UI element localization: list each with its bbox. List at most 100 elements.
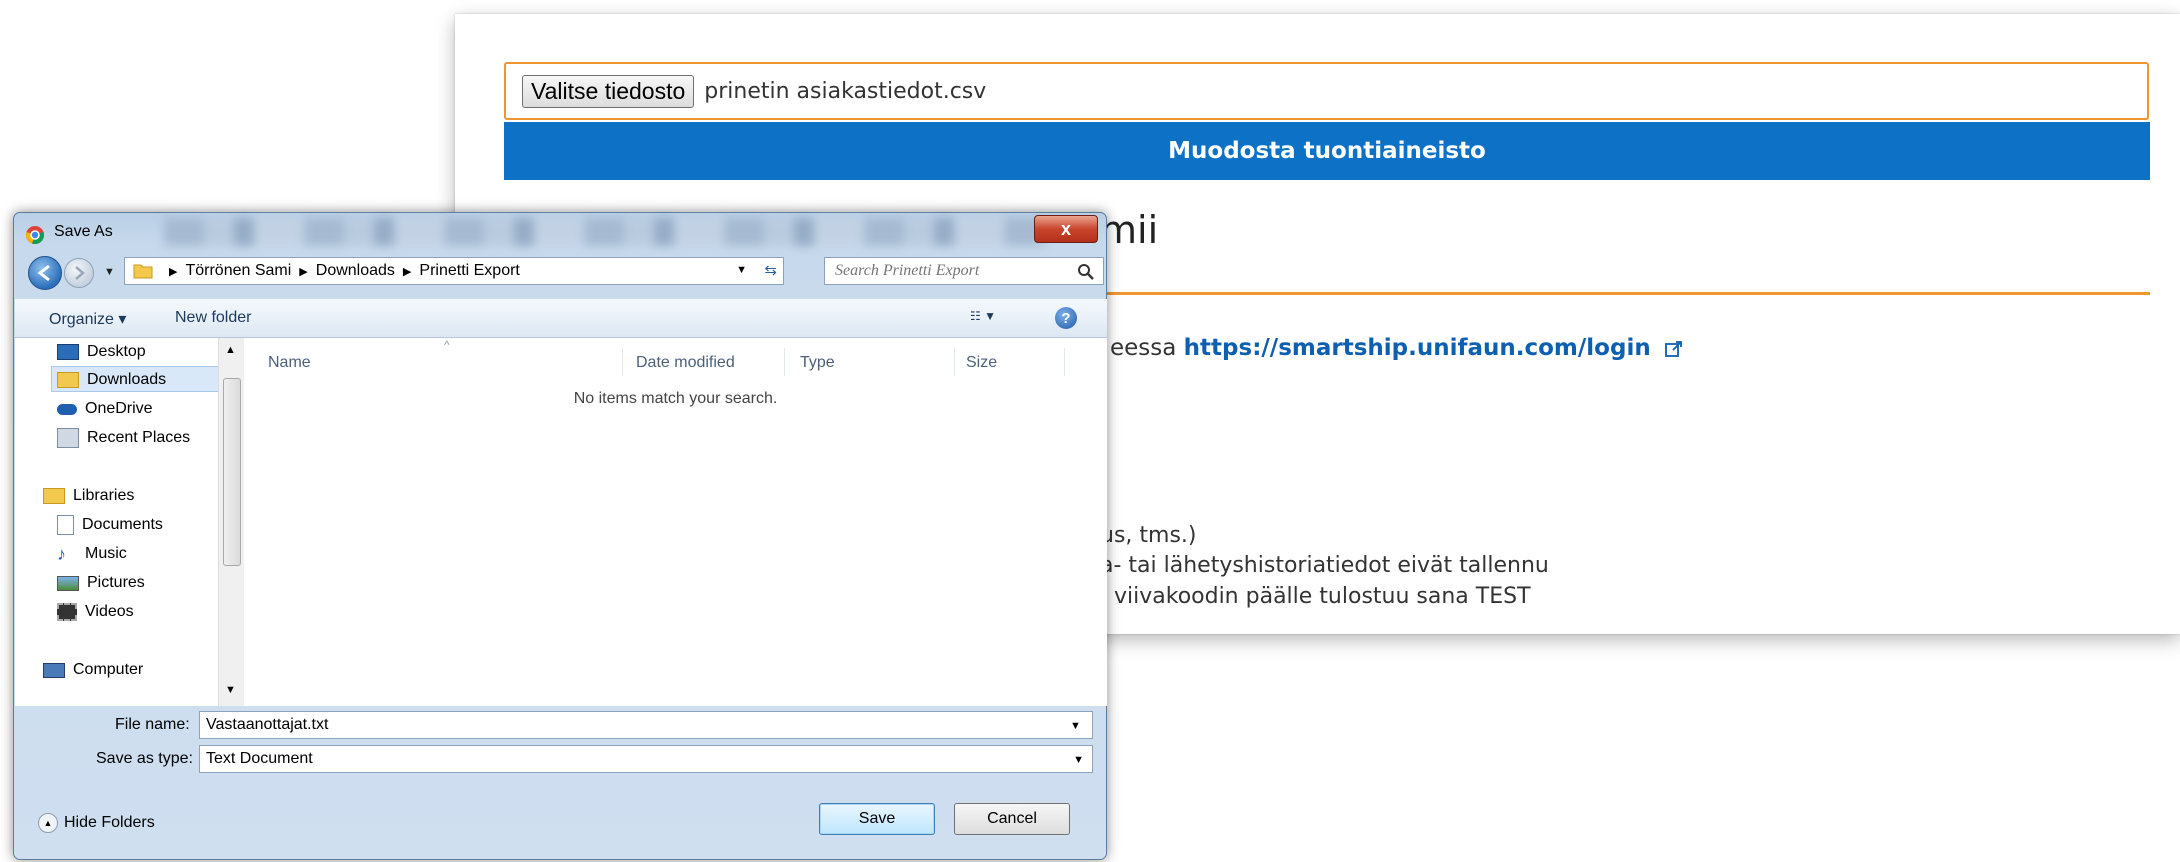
nav-item-label: Downloads <box>87 371 167 388</box>
nav-item-onedrive[interactable]: OneDrive <box>57 397 153 421</box>
hide-folders-label: Hide Folders <box>64 814 155 831</box>
column-separator <box>784 348 785 376</box>
forward-arrow-icon <box>75 266 85 280</box>
help-icon[interactable]: ? <box>1055 307 1077 329</box>
nav-item-label: Computer <box>73 661 144 678</box>
chevron-up-icon: ▲ <box>38 813 58 833</box>
nav-item-label: OneDrive <box>85 400 153 417</box>
navigation-pane: Desktop Downloads OneDrive Recent Places… <box>15 338 228 706</box>
address-history-chevron-icon[interactable]: ▼ <box>736 264 747 276</box>
login-link-line: eessa https://smartship.unifaun.com/logi… <box>1110 335 1684 361</box>
breadcrumb-prinetti-export[interactable]: Prinetti Export <box>419 262 519 280</box>
smartship-login-link[interactable]: https://smartship.unifaun.com/login <box>1184 335 1651 361</box>
close-button[interactable]: x <box>1034 215 1098 243</box>
desktop-icon <box>57 344 79 360</box>
nav-item-label: Documents <box>82 516 163 533</box>
nav-item-downloads[interactable]: Downloads <box>57 368 166 392</box>
nav-item-desktop[interactable]: Desktop <box>57 340 146 364</box>
column-separator <box>622 348 623 376</box>
navigation-row: ▼ ▶ Törrönen Sami ▶ Downloads ▶ Prinetti… <box>14 253 1106 291</box>
nav-item-documents[interactable]: Documents <box>57 513 163 537</box>
recent-places-icon <box>57 428 79 448</box>
downloads-folder-icon <box>57 372 79 388</box>
scroll-down-icon[interactable]: ▼ <box>225 684 236 696</box>
nav-item-libraries[interactable]: Libraries <box>43 484 134 508</box>
column-separator <box>1064 348 1065 376</box>
music-icon: ♪ <box>57 544 66 564</box>
new-folder-button[interactable]: New folder <box>175 309 251 327</box>
title-bar-background <box>164 218 1044 246</box>
change-view-icon[interactable]: ☷ ▼ <box>970 309 996 323</box>
column-header-size[interactable]: Size <box>966 354 997 372</box>
nav-item-label: Recent Places <box>87 429 191 446</box>
videos-icon <box>57 603 77 621</box>
link-prefix-text: eessa <box>1110 335 1184 361</box>
section-divider <box>1100 292 2150 295</box>
chrome-icon <box>25 226 45 245</box>
column-separator <box>954 348 955 376</box>
file-name-input[interactable] <box>199 711 1093 739</box>
save-as-type-value: Text Document <box>206 750 313 767</box>
pictures-icon <box>57 575 79 591</box>
sort-ascending-icon: ^ <box>444 338 450 352</box>
libraries-icon <box>43 488 65 504</box>
command-toolbar: Organize ▾ New folder ☷ ▼ ? <box>15 299 1107 338</box>
organize-button[interactable]: Organize ▾ <box>49 309 126 329</box>
refresh-icon[interactable]: ⇆ <box>764 261 777 279</box>
onedrive-icon <box>57 403 77 415</box>
save-as-dialog: Save As x ▼ ▶ Törrönen Sami ▶ Downloads … <box>13 212 1107 860</box>
search-box[interactable] <box>824 257 1104 285</box>
info-line-3: , viivakoodin päälle tulostuu sana TEST <box>1100 584 1531 609</box>
scroll-up-icon[interactable]: ▲ <box>225 344 236 356</box>
nav-item-label: Music <box>85 545 127 562</box>
breadcrumb-downloads[interactable]: Downloads <box>316 262 395 280</box>
breadcrumb-arrow-icon: ▶ <box>169 265 178 278</box>
info-line-1: us, tms.) <box>1100 523 1197 548</box>
nav-item-recent-places[interactable]: Recent Places <box>57 426 190 450</box>
chosen-file-name: prinetin asiakastiedot.csv <box>704 78 987 104</box>
address-bar[interactable]: ▶ Törrönen Sami ▶ Downloads ▶ Prinetti E… <box>124 257 784 285</box>
column-header-name[interactable]: Name <box>268 354 311 372</box>
cancel-button[interactable]: Cancel <box>954 803 1070 835</box>
documents-icon <box>57 515 74 535</box>
hide-folders-button[interactable]: ▲ Hide Folders <box>38 813 155 833</box>
choose-file-button[interactable]: Valitse tiedosto <box>522 74 695 108</box>
save-as-type-label: Save as type: <box>96 750 193 767</box>
nav-item-label: Pictures <box>87 574 145 591</box>
navigation-scrollbar[interactable]: ▲ ▼ <box>218 338 245 706</box>
recent-locations-chevron-icon[interactable]: ▼ <box>104 266 115 278</box>
nav-item-label: Desktop <box>87 343 146 360</box>
nav-item-pictures[interactable]: Pictures <box>57 571 145 595</box>
computer-icon <box>43 662 65 678</box>
generate-import-button[interactable]: Muodosta tuontiaineisto <box>504 122 2150 180</box>
search-icon[interactable] <box>1077 263 1095 281</box>
dialog-title: Save As <box>54 223 113 240</box>
save-button[interactable]: Save <box>819 803 935 835</box>
forward-button[interactable] <box>64 258 94 288</box>
nav-item-computer[interactable]: Computer <box>43 658 143 682</box>
back-arrow-icon <box>37 264 50 282</box>
file-chooser: Valitse tiedosto prinetin asiakastiedot.… <box>504 62 2149 120</box>
breadcrumb-arrow-icon: ▶ <box>299 265 308 278</box>
file-name-label: File name: <box>115 716 190 733</box>
nav-item-videos[interactable]: Videos <box>57 600 134 624</box>
file-list: ^ Name Date modified Type Size No items … <box>244 338 1107 706</box>
breadcrumb-arrow-icon: ▶ <box>402 265 412 278</box>
breadcrumb-user[interactable]: Törrönen Sami <box>185 262 291 280</box>
chevron-down-icon[interactable]: ▼ <box>1073 754 1084 766</box>
info-line-2: a- tai lähetyshistoriatiedot eivät talle… <box>1100 553 1549 578</box>
nav-item-music[interactable]: ♪ Music <box>57 542 127 566</box>
folder-icon <box>133 264 153 279</box>
search-input[interactable] <box>833 261 1067 281</box>
empty-list-message: No items match your search. <box>573 390 778 407</box>
external-link-icon <box>1665 340 1682 357</box>
section-heading: mii <box>1100 208 1159 252</box>
column-header-date-modified[interactable]: Date modified <box>636 354 735 372</box>
nav-item-label: Libraries <box>73 487 135 504</box>
back-button[interactable] <box>28 256 62 290</box>
file-name-chevron-down-icon[interactable]: ▼ <box>1070 720 1081 732</box>
save-as-type-select[interactable]: Text Document ▼ <box>199 745 1093 773</box>
nav-item-label: Videos <box>85 603 134 620</box>
column-header-type[interactable]: Type <box>800 354 835 372</box>
scrollbar-thumb[interactable] <box>223 378 241 566</box>
